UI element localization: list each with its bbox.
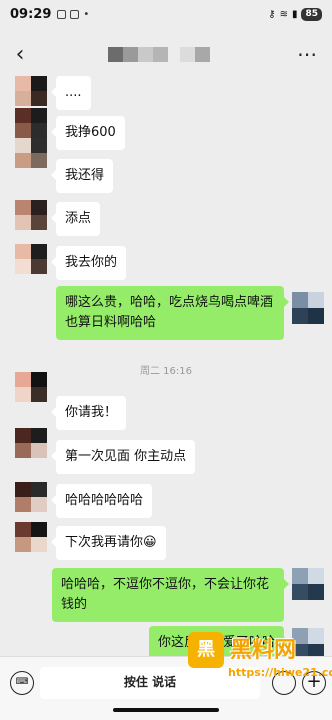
- signal-icon: ▮: [291, 8, 298, 20]
- home-indicator[interactable]: [113, 708, 219, 712]
- contact-avatar[interactable]: [15, 522, 47, 552]
- watermark-logo-icon: 黑: [188, 632, 224, 668]
- status-time: 09:29: [10, 6, 52, 22]
- contact-name-mosaic: [108, 46, 168, 62]
- voice-keyboard-toggle-icon[interactable]: ⌨: [10, 671, 34, 695]
- chat-message-list[interactable]: .... 我挣600 我还得 添点 我去你的 哪这么贵，哈哈，吃点烧鸟喝点啤酒也…: [0, 76, 332, 656]
- contact-avatar[interactable]: [15, 428, 47, 458]
- contact-avatar[interactable]: [15, 482, 47, 512]
- status-right: ⚷ ≋ ▮ 85: [268, 7, 322, 21]
- contact-avatar[interactable]: [15, 138, 47, 168]
- message-bubble-incoming[interactable]: 下次我再请你😀: [51, 526, 166, 560]
- message-bubble-incoming[interactable]: 我去你的: [50, 246, 127, 280]
- message-bubble-outgoing[interactable]: 哪这么贵，哈哈，吃点烧鸟喝点啤酒也算日料啊哈哈: [56, 286, 289, 340]
- contact-avatar[interactable]: [15, 200, 47, 230]
- message-bubble-incoming[interactable]: ....: [51, 76, 91, 110]
- back-arrow-icon[interactable]: ‹: [4, 42, 36, 67]
- contact-name-mosaic-2: [180, 46, 210, 62]
- contact-avatar[interactable]: [15, 108, 47, 138]
- message-bubble-outgoing[interactable]: 哈哈哈，不逗你不逗你，不会让你花钱的: [52, 568, 289, 622]
- message-bubble-incoming[interactable]: 添点: [50, 202, 101, 236]
- status-bar: 09:29 • ⚷ ≋ ▮ 85: [0, 0, 332, 28]
- scan-icon: [70, 9, 80, 19]
- contact-avatar[interactable]: [15, 244, 47, 274]
- message-bubble-incoming[interactable]: 哈哈哈哈哈哈: [50, 484, 153, 518]
- message-bubble-incoming[interactable]: 我挣600: [51, 116, 125, 150]
- contact-avatar[interactable]: [15, 76, 47, 106]
- message-bubble-incoming[interactable]: 你请我！: [50, 396, 127, 430]
- more-options-icon[interactable]: ⋯: [297, 42, 318, 66]
- watermark: 黑 黑料网 https://hiwe21.com: [188, 632, 332, 690]
- gallery-icon: [57, 9, 67, 19]
- wifi-icon: ≋: [279, 8, 288, 20]
- chat-header: ‹ ⋯: [0, 28, 332, 80]
- message-bubble-incoming[interactable]: 我还得: [50, 159, 114, 193]
- status-icons: •: [57, 9, 89, 20]
- my-avatar[interactable]: [292, 292, 324, 324]
- message-bubble-incoming[interactable]: 第一次见面 你主动点: [50, 440, 196, 474]
- message-timestamp: 周二 16:16: [140, 366, 192, 377]
- battery-indicator: 85: [301, 7, 322, 21]
- watermark-name: 黑料网: [230, 638, 297, 663]
- key-icon: ⚷: [268, 8, 276, 20]
- watermark-url: https://hiwe21.com: [228, 666, 332, 679]
- dot-icon: •: [83, 8, 90, 20]
- contact-avatar[interactable]: [15, 372, 47, 402]
- my-avatar[interactable]: [292, 568, 324, 600]
